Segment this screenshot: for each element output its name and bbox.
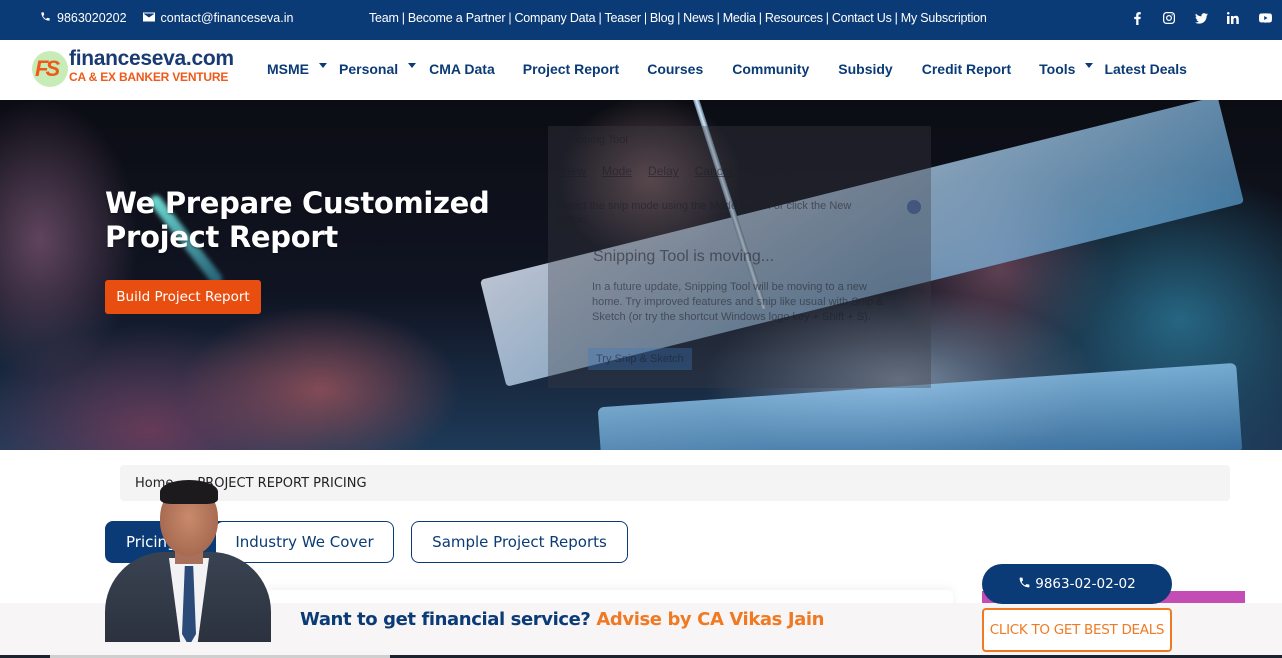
snip-title: Snipping Tool xyxy=(562,134,628,146)
logo-name: financeseva.com xyxy=(69,47,234,70)
envelope-icon xyxy=(142,11,155,25)
nav-item-project-report[interactable]: Project Report xyxy=(523,61,619,77)
youtube-icon[interactable] xyxy=(1258,11,1272,25)
nav-item-label: Project Report xyxy=(522,61,620,77)
nav-item-msme[interactable]: MSME xyxy=(267,61,327,77)
logo-mark: FS xyxy=(35,56,60,81)
top-link-resources[interactable]: Resources xyxy=(765,11,823,25)
email-address: contact@financeseva.in xyxy=(160,11,294,25)
nav-item-subsidy[interactable]: Subsidy xyxy=(838,61,892,77)
divider: | xyxy=(508,11,512,25)
phone-number: 9863020202 xyxy=(57,11,127,25)
snip-description: Select the snip mode using the Mode butt… xyxy=(556,200,852,226)
top-link-contact-us[interactable]: Contact Us xyxy=(832,11,892,25)
instagram-icon[interactable] xyxy=(1162,11,1176,25)
phone-contact[interactable]: 9863020202 xyxy=(40,11,127,25)
nav-item-label: Tools xyxy=(1039,61,1076,77)
nav-item-label: CMA Data xyxy=(429,61,495,77)
nav-item-community[interactable]: Community xyxy=(732,61,809,77)
build-project-report-button[interactable]: Build Project Report xyxy=(105,280,261,314)
top-link-team[interactable]: Team xyxy=(369,11,399,25)
caret-down-icon xyxy=(408,62,417,68)
phone-icon xyxy=(1018,576,1031,593)
nav-item-tools[interactable]: Tools xyxy=(1039,61,1094,77)
hero-banner: Snipping Tool New Mode Delay Cancel Opti… xyxy=(0,100,1282,450)
nav-item-latest-deals[interactable]: Latest Deals xyxy=(1104,61,1186,77)
snip-toolbar: New Mode Delay Cancel Options xyxy=(562,164,789,178)
advisor-name[interactable]: Advise by CA Vikas Jain xyxy=(596,609,824,630)
advisor-question: Want to get financial service? xyxy=(300,609,591,630)
nav-item-label: Personal xyxy=(339,61,399,77)
top-link-media[interactable]: Media xyxy=(723,11,756,25)
nav-item-label: Subsidy xyxy=(838,61,893,77)
help-icon xyxy=(907,200,921,214)
top-link-news[interactable]: News xyxy=(683,11,714,25)
social-links xyxy=(1130,11,1272,25)
caret-down-icon xyxy=(1085,62,1094,68)
hero-title-line1: We Prepare Customized xyxy=(105,186,490,220)
twitter-icon[interactable] xyxy=(1194,11,1208,25)
snipping-tool-overlay: Snipping Tool New Mode Delay Cancel Opti… xyxy=(548,126,931,388)
snip-mode-button: Mode xyxy=(602,164,633,178)
top-link-my-subscription[interactable]: My Subscription xyxy=(901,11,987,25)
linkedin-icon[interactable] xyxy=(1226,11,1240,25)
top-bar: 9863020202 contact@financeseva.in Team | … xyxy=(0,0,1282,40)
top-link-teaser[interactable]: Teaser xyxy=(605,11,642,25)
best-deals-button[interactable]: CLICK TO GET BEST DEALS xyxy=(982,608,1172,652)
divider: | xyxy=(401,11,405,25)
advisor-message: Want to get financial service? Advise by… xyxy=(300,609,824,630)
divider: | xyxy=(825,11,829,25)
top-link-company-data[interactable]: Company Data xyxy=(514,11,595,25)
snip-delay-button: Delay xyxy=(648,164,679,178)
breadcrumb: Home » PROJECT REPORT PRICING xyxy=(120,465,1230,501)
snip-body: In a future update, Snipping Tool will b… xyxy=(592,281,884,323)
avatar-hair xyxy=(160,480,218,504)
top-link-become-partner[interactable]: Become a Partner xyxy=(408,11,506,25)
logo[interactable]: FS financeseva.com CA & EX BANKER VENTUR… xyxy=(32,47,250,89)
nav-item-label: Credit Report xyxy=(921,61,1012,77)
tab-sample-project-reports[interactable]: Sample Project Reports xyxy=(411,521,628,563)
call-button[interactable]: 9863-02-02-02 xyxy=(982,564,1172,604)
call-number: 9863-02-02-02 xyxy=(1035,576,1136,592)
nav-item-label: Latest Deals xyxy=(1104,61,1187,77)
phone-icon xyxy=(40,11,51,25)
divider: | xyxy=(598,11,602,25)
nav-item-credit-report[interactable]: Credit Report xyxy=(922,61,1011,77)
divider: | xyxy=(643,11,647,25)
facebook-icon[interactable] xyxy=(1130,11,1144,25)
divider: | xyxy=(894,11,898,25)
hero-title: We Prepare Customized Project Report xyxy=(105,186,490,254)
divider: | xyxy=(758,11,762,25)
logo-tagline: CA & EX BANKER VENTURE xyxy=(69,70,229,84)
email-contact[interactable]: contact@financeseva.in xyxy=(142,11,294,25)
snip-cancel-button: Cancel xyxy=(694,164,733,178)
hero-title-line2: Project Report xyxy=(105,220,338,254)
nav-item-personal[interactable]: Personal xyxy=(339,61,417,77)
caret-down-icon xyxy=(319,62,327,68)
snip-try-button: Try Snip & Sketch xyxy=(588,348,692,370)
divider: | xyxy=(677,11,681,25)
top-links: Team | Become a Partner | Company Data | Te… xyxy=(369,11,987,25)
nav-menu: MSME Personal CMA Data Project Report Co… xyxy=(267,61,1187,77)
snip-new-button: New xyxy=(562,164,587,178)
main-navbar: FS financeseva.com CA & EX BANKER VENTUR… xyxy=(0,40,1282,100)
nav-item-label: Courses xyxy=(647,61,704,77)
nav-item-label: Community xyxy=(732,61,810,77)
advisor-avatar xyxy=(105,480,271,642)
nav-item-cma-data[interactable]: CMA Data xyxy=(429,61,495,77)
contact-info: 9863020202 contact@financeseva.in xyxy=(40,11,303,25)
nav-item-label: MSME xyxy=(267,61,309,77)
divider: | xyxy=(716,11,720,25)
top-link-blog[interactable]: Blog xyxy=(650,11,674,25)
snip-options-button: Options xyxy=(748,164,790,178)
nav-item-courses[interactable]: Courses xyxy=(647,61,703,77)
snip-heading: Snipping Tool is moving... xyxy=(593,248,775,265)
